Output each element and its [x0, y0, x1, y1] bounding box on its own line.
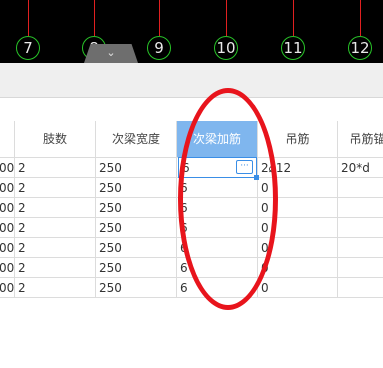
row-cell-extra-stirrups[interactable]: 6 — [177, 258, 258, 278]
column-header-limb-count[interactable]: 肢数 — [15, 121, 96, 158]
column-header-extra-stirrups[interactable]: 次梁加筋 — [177, 121, 258, 158]
row-cell-extra-stirrups[interactable]: 6 — [177, 278, 258, 298]
row-cell-beam-width[interactable]: 250 — [96, 278, 177, 298]
row-cell-beam-width[interactable]: 250 — [96, 158, 177, 178]
row-cell-limb-count[interactable]: 2 — [15, 258, 96, 278]
row-cell-limb-count[interactable]: 2 — [15, 238, 96, 258]
cad-viewport[interactable]: 7 8 9 10 11 12 ⌄ — [0, 0, 383, 63]
row-cell-beam-width[interactable]: 250 — [96, 198, 177, 218]
chevron-down-icon[interactable]: ⌄ — [102, 44, 120, 61]
row-cell-hanger-bars[interactable]: 0 — [258, 238, 338, 258]
axis-line — [94, 0, 95, 36]
row-cell-hanger-bars[interactable]: 2⌀12 — [258, 158, 338, 178]
row-cell-id[interactable]: 00/ — [0, 238, 15, 258]
axis-line — [28, 0, 29, 36]
axis-line — [159, 0, 160, 36]
row-cell-id[interactable]: 00/ — [0, 178, 15, 198]
row-cell-hanger-anchorage[interactable]: 20*d — [338, 158, 383, 178]
row-cell-beam-width[interactable]: 250 — [96, 218, 177, 238]
panel-toolbar — [0, 63, 383, 98]
column-header-beam-width[interactable]: 次梁宽度 — [96, 121, 177, 158]
row-cell-extra-stirrups[interactable]: 6 — [177, 218, 258, 238]
more-options-button[interactable]: ··· — [236, 160, 253, 174]
column-header[interactable] — [0, 121, 15, 158]
row-cell-extra-stirrups[interactable]: 6 — [177, 238, 258, 258]
axis-bubble: 12 — [348, 36, 372, 60]
row-cell-limb-count[interactable]: 2 — [15, 278, 96, 298]
axis-line — [293, 0, 294, 36]
row-cell-beam-width[interactable]: 250 — [96, 238, 177, 258]
row-cell-hanger-bars[interactable]: 0 — [258, 178, 338, 198]
row-cell-limb-count[interactable]: 2 — [15, 218, 96, 238]
row-cell-beam-width[interactable]: 250 — [96, 178, 177, 198]
row-cell-limb-count[interactable]: 2 — [15, 178, 96, 198]
axis-bubble: 7 — [16, 36, 40, 60]
row-cell-id[interactable]: 00/ — [0, 278, 15, 298]
row-cell-limb-count[interactable]: 2 — [15, 158, 96, 178]
row-cell-hanger-bars[interactable]: 0 — [258, 278, 338, 298]
row-cell-hanger-anchorage[interactable] — [338, 258, 383, 278]
column-header-hanger-anchorage[interactable]: 吊筋锚 — [338, 121, 383, 158]
row-cell-beam-width[interactable]: 250 — [96, 258, 177, 278]
row-cell-id[interactable]: 00/ — [0, 218, 15, 238]
row-cell-id[interactable]: 00/ — [0, 158, 15, 178]
axis-bubble: 10 — [214, 36, 238, 60]
row-cell-hanger-anchorage[interactable] — [338, 198, 383, 218]
row-cell-hanger-anchorage[interactable] — [338, 178, 383, 198]
axis-line — [360, 0, 361, 36]
axis-bubble: 9 — [147, 36, 171, 60]
row-cell-hanger-bars[interactable]: 0 — [258, 218, 338, 238]
cell-editor-input[interactable] — [182, 159, 232, 176]
row-cell-hanger-anchorage[interactable] — [338, 218, 383, 238]
row-cell-id[interactable]: 00/ — [0, 198, 15, 218]
row-cell-extra-stirrups[interactable]: 6 — [177, 178, 258, 198]
fill-handle[interactable] — [254, 175, 259, 180]
cell-editor[interactable]: ··· — [178, 157, 259, 180]
row-cell-hanger-bars[interactable]: 0 — [258, 198, 338, 218]
row-cell-hanger-bars[interactable]: 0 — [258, 258, 338, 278]
column-header-hanger-bars[interactable]: 吊筋 — [258, 121, 338, 158]
row-cell-limb-count[interactable]: 2 — [15, 198, 96, 218]
row-cell-hanger-anchorage[interactable] — [338, 278, 383, 298]
row-cell-extra-stirrups[interactable]: 6 — [177, 198, 258, 218]
axis-line — [226, 0, 227, 36]
axis-bubble: 11 — [281, 36, 305, 60]
row-cell-hanger-anchorage[interactable] — [338, 238, 383, 258]
row-cell-id[interactable]: 00/ — [0, 258, 15, 278]
